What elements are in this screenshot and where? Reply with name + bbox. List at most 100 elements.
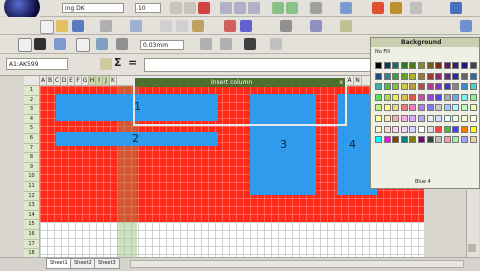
align-center-icon[interactable] [234,2,246,14]
color-swatch[interactable] [400,104,408,112]
color-swatch[interactable] [418,83,425,91]
color-swatch[interactable] [383,104,391,112]
color-swatch[interactable] [418,62,425,69]
color-swatch[interactable] [392,93,400,101]
undo-icon[interactable] [224,20,236,32]
open-folder-icon[interactable] [56,20,68,32]
spellcheck-icon[interactable] [130,20,142,32]
color-swatch[interactable] [409,136,417,144]
color-swatch[interactable] [400,83,408,91]
font-name-combo[interactable]: ing DK [62,3,124,13]
font-color-icon[interactable] [198,2,210,14]
color-swatch[interactable] [435,83,443,91]
color-swatch[interactable] [375,83,382,91]
color-swatch[interactable] [443,72,451,80]
color-swatch[interactable] [392,136,400,144]
color-swatch[interactable] [392,125,400,133]
color-swatch[interactable] [443,125,451,133]
sort-icon[interactable] [280,20,292,32]
area-icon[interactable] [96,38,108,50]
color-swatch[interactable] [418,125,425,133]
color-swatch[interactable] [418,93,425,101]
color-swatch[interactable] [461,93,468,101]
column-header-d[interactable]: D [61,76,68,86]
bold-icon[interactable] [170,2,182,14]
color-swatch[interactable] [409,115,417,122]
color-swatch[interactable] [375,62,382,69]
crop-icon[interactable] [244,38,256,50]
scroll-down-arrow-icon[interactable] [468,244,476,252]
row-header-16[interactable]: 16 [24,230,40,240]
save-icon[interactable] [72,20,84,32]
number-format-icon[interactable] [272,2,284,14]
color-swatch[interactable] [375,72,382,80]
row-header-12[interactable]: 12 [24,191,40,202]
row-header-4[interactable]: 4 [24,114,40,125]
horizontal-scrollbar[interactable] [130,260,464,268]
color-swatch[interactable] [383,72,391,80]
color-swatch[interactable] [461,72,468,80]
color-swatch[interactable] [461,115,468,122]
color-swatch[interactable] [461,136,468,144]
color-swatch[interactable] [392,62,400,69]
column-header-h[interactable]: H [89,76,96,86]
color-swatch[interactable] [418,104,425,112]
column-header-j[interactable]: J [103,76,110,86]
equals-button[interactable]: = [128,56,137,69]
color-swatch[interactable] [435,115,443,122]
color-swatch[interactable] [375,115,382,122]
color-swatch[interactable] [426,72,434,80]
color-swatch[interactable] [375,136,382,144]
background-color-icon[interactable] [372,2,384,14]
color-swatch[interactable] [400,115,408,122]
paste-icon[interactable] [192,20,204,32]
color-swatch[interactable] [418,136,425,144]
color-swatch[interactable] [383,115,391,122]
color-swatch[interactable] [375,104,382,112]
color-swatch[interactable] [435,72,443,80]
color-swatch[interactable] [461,104,468,112]
help-icon[interactable] [460,20,472,32]
color-swatch[interactable] [452,104,460,112]
color-swatch[interactable] [409,72,417,80]
color-swatch[interactable] [400,62,408,69]
column-header-f[interactable]: F [75,76,82,86]
new-document-icon[interactable] [40,20,54,34]
color-swatch[interactable] [400,93,408,101]
color-swatch[interactable] [383,125,391,133]
color-swatch[interactable] [418,72,425,80]
chart-icon[interactable] [450,2,462,14]
color-swatch[interactable] [418,115,425,122]
color-swatch[interactable] [400,136,408,144]
color-swatch[interactable] [443,83,451,91]
color-swatch[interactable] [443,136,451,144]
color-swatch[interactable] [383,83,391,91]
zoom-combo[interactable]: 0.03mm [140,40,184,50]
background-color-panel[interactable]: Background No Fill Blue 4 [370,37,480,189]
indent-icon[interactable] [310,2,322,14]
color-swatch[interactable] [426,83,434,91]
column-header-k[interactable]: K [110,76,117,86]
color-swatch[interactable] [461,62,468,69]
row-header-13[interactable]: 13 [24,201,40,211]
row-header-2[interactable]: 2 [24,95,40,106]
align-right-icon[interactable] [248,2,260,14]
corner-cell[interactable] [24,76,40,86]
dialog-close-icon[interactable]: x [339,78,343,87]
pointer-icon[interactable] [18,38,32,52]
color-swatch[interactable] [469,83,477,91]
position-size-icon[interactable] [200,38,212,50]
line-color-icon[interactable] [54,38,66,50]
percent-icon[interactable] [286,2,298,14]
font-size-combo[interactable]: 10 [135,3,161,13]
sheet-tab-2[interactable]: Sheet2 [70,258,96,269]
color-swatch[interactable] [452,136,460,144]
color-swatch[interactable] [469,72,477,80]
column-header-i[interactable]: I [96,76,103,86]
color-swatch[interactable] [435,104,443,112]
row-header-1[interactable]: 1 [24,86,40,96]
line-style-icon[interactable] [34,38,46,50]
color-swatch[interactable] [435,62,443,69]
color-swatch[interactable] [435,93,443,101]
sheet-tab-1[interactable]: Sheet1 [46,258,72,269]
